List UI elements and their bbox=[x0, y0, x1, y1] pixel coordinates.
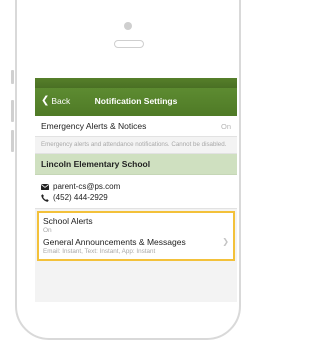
status-bar bbox=[35, 78, 237, 88]
school-name-header: Lincoln Elementary School bbox=[35, 154, 237, 175]
emergency-alerts-note: Emergency alerts and attendance notifica… bbox=[35, 137, 237, 154]
school-alerts-title: School Alerts bbox=[43, 216, 93, 226]
emergency-alerts-value: On bbox=[220, 121, 231, 131]
page-title: Notification Settings bbox=[94, 96, 178, 106]
emergency-alerts-row: Emergency Alerts & Notices On bbox=[35, 116, 237, 137]
envelope-icon bbox=[41, 183, 49, 190]
school-alerts-section[interactable]: School Alerts On General Announcements &… bbox=[37, 211, 235, 261]
phone-icon bbox=[41, 193, 49, 202]
school-contacts: parent-cs@ps.com (452) 444-2929 bbox=[35, 175, 237, 209]
email-contact[interactable]: parent-cs@ps.com bbox=[41, 181, 231, 192]
school-alerts-status: On bbox=[43, 227, 52, 234]
volume-up-button bbox=[11, 100, 14, 122]
chevron-right-icon: ❯ bbox=[222, 237, 229, 246]
volume-down-button bbox=[11, 130, 14, 152]
general-announcements-detail: Email: Instant, Text: Instant, App: Inst… bbox=[43, 248, 156, 255]
email-address: parent-cs@ps.com bbox=[53, 182, 121, 191]
phone-screen: ❮ Back Notification Settings Emergency A… bbox=[35, 78, 237, 302]
general-announcements-title: General Announcements & Messages bbox=[43, 237, 186, 247]
phone-contact[interactable]: (452) 444-2929 bbox=[41, 192, 231, 203]
mute-switch bbox=[11, 70, 14, 84]
earpiece-speaker bbox=[114, 40, 144, 48]
phone-number: (452) 444-2929 bbox=[53, 193, 108, 202]
front-camera bbox=[124, 22, 132, 30]
navigation-bar: ❮ Back Notification Settings bbox=[35, 88, 237, 116]
emergency-alerts-label: Emergency Alerts & Notices bbox=[41, 121, 147, 131]
